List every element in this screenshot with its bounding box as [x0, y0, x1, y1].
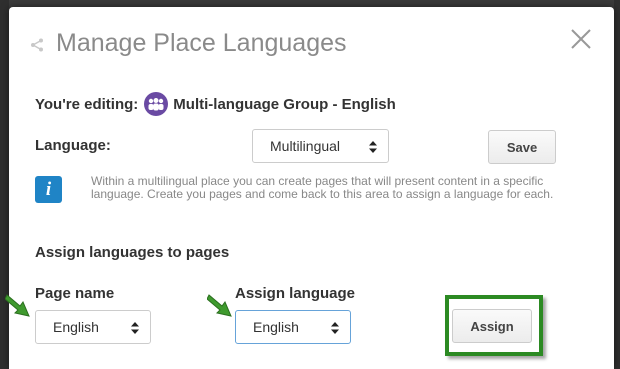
- dialog-title: Manage Place Languages: [56, 29, 347, 57]
- assign-language-label: Assign language: [235, 285, 356, 302]
- select-arrows-icon: [131, 322, 139, 334]
- modal-backdrop-right: [614, 0, 620, 369]
- language-select[interactable]: Multilingual: [252, 129, 389, 163]
- assign-language-select[interactable]: English: [235, 310, 351, 344]
- editing-row: You're editing: Multi-language Group - E…: [35, 91, 396, 117]
- group-name: Multi-language Group - English: [173, 95, 396, 113]
- assign-section-heading: Assign languages to pages: [35, 244, 230, 261]
- manage-languages-dialog: Manage Place Languages You're editing: M…: [5, 7, 614, 369]
- language-label: Language:: [35, 137, 111, 154]
- group-people-icon: [144, 92, 169, 116]
- language-select-value: Multilingual: [270, 138, 341, 154]
- share-icon: [31, 38, 43, 52]
- close-icon[interactable]: [570, 28, 592, 50]
- page-name-select[interactable]: English: [35, 310, 151, 344]
- select-arrows-icon: [331, 322, 339, 334]
- green-arrow-icon: [5, 294, 30, 317]
- info-description: Within a multilingual place you can crea…: [91, 174, 554, 201]
- select-arrows-icon: [369, 141, 377, 153]
- save-button[interactable]: Save: [488, 130, 556, 164]
- page-name-label: Page name: [35, 285, 115, 302]
- info-icon: i: [35, 176, 62, 203]
- assign-language-select-value: English: [253, 319, 299, 335]
- page-name-select-value: English: [53, 319, 99, 335]
- editing-prefix: You're editing:: [35, 95, 139, 113]
- green-arrow-icon: [207, 294, 232, 317]
- assign-button[interactable]: Assign: [452, 309, 532, 343]
